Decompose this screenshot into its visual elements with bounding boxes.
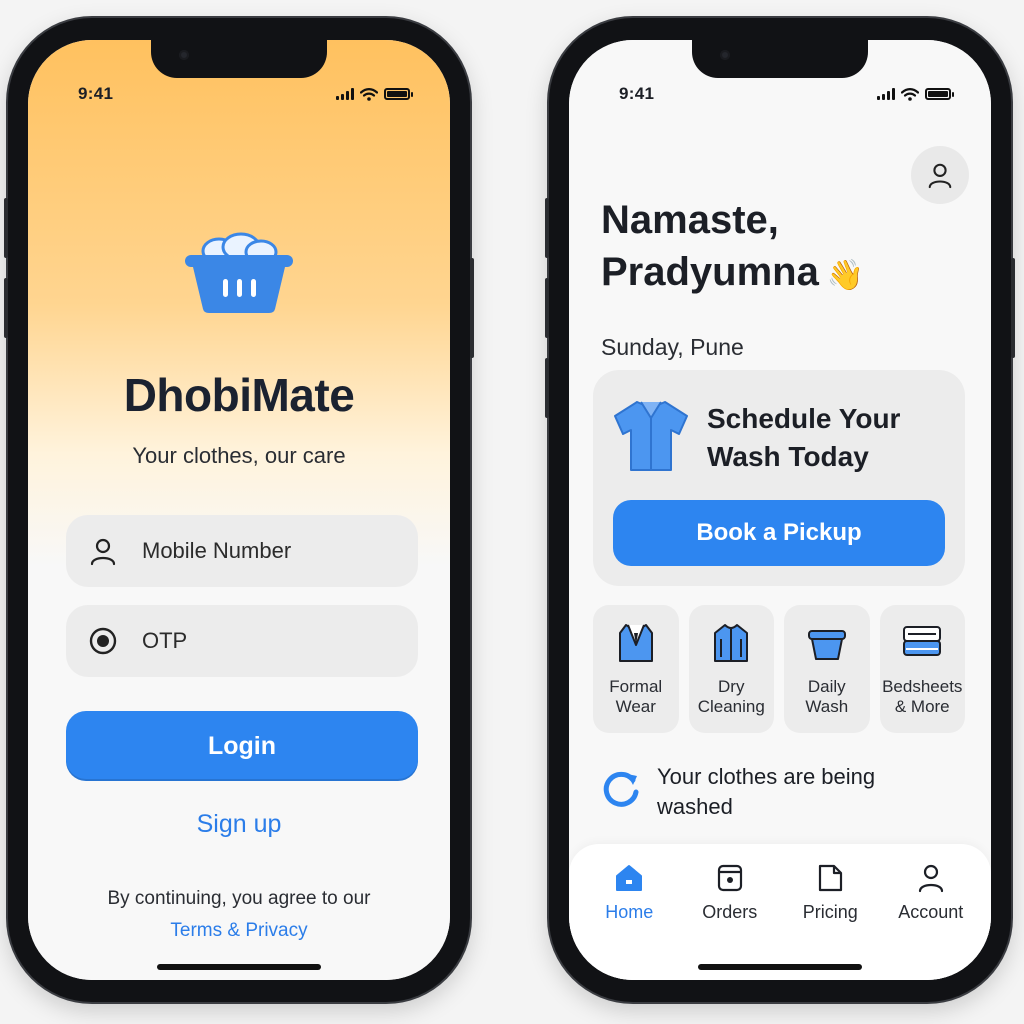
tab-pricing[interactable]: Pricing <box>785 862 875 980</box>
silent-switch <box>545 358 549 418</box>
mobile-number-field[interactable] <box>66 515 418 587</box>
service-label-line-2: & More <box>894 697 950 716</box>
basket-icon <box>807 630 846 660</box>
status-time: 9:41 <box>619 84 655 103</box>
wash-status-line-2: washed <box>657 794 733 819</box>
account-icon <box>918 864 943 893</box>
volume-down-button <box>4 278 8 338</box>
schedule-card: Schedule Your Wash Today Book a Pickup <box>593 370 965 586</box>
service-bedsheets[interactable]: Bedsheets & More <box>879 605 965 733</box>
radio-dot-icon <box>89 627 117 655</box>
service-label-line-1: Daily <box>807 677 846 696</box>
day-location: Sunday, Pune <box>601 334 744 360</box>
power-button <box>1011 258 1015 358</box>
refresh-icon <box>603 771 639 807</box>
tab-bar: Home Orders Pricing Account <box>569 844 991 980</box>
status-bar: 9:41 <box>78 82 413 106</box>
volume-up-button <box>4 198 8 258</box>
waving-hand-icon: 👋 <box>826 259 865 292</box>
wash-status: Your clothes are being washed <box>599 762 961 822</box>
service-label: Daily Wash <box>805 677 848 717</box>
bedsheet-icon <box>903 626 942 656</box>
signup-link[interactable]: Sign up <box>28 810 450 839</box>
power-button <box>470 258 474 358</box>
schedule-title-line-1: Schedule Your <box>707 403 901 434</box>
camera <box>179 50 189 60</box>
service-dry-cleaning[interactable]: Dry Cleaning <box>688 605 774 733</box>
schedule-title-line-2: Wash Today <box>707 441 869 472</box>
tab-label: Home <box>605 902 654 922</box>
tab-account[interactable]: Account <box>886 862 976 980</box>
home-icon <box>616 865 643 891</box>
signal-icon <box>336 88 354 100</box>
service-label-line-2: Cleaning <box>697 697 765 716</box>
camera <box>720 50 730 60</box>
tab-label: Pricing <box>802 902 858 922</box>
tab-label: Account <box>898 902 964 922</box>
service-label-line-2: Wash <box>805 697 849 716</box>
home-screen: 9:41 Namaste, Pradyumna 👋 Sunday, Pune S… <box>569 40 991 980</box>
login-background <box>28 40 450 980</box>
wash-status-line-1: Your clothes are being <box>657 764 876 789</box>
volume-up-button <box>545 198 549 258</box>
terms-link[interactable]: Terms & Privacy <box>28 920 450 942</box>
jacket-icon <box>714 624 749 662</box>
status-bar: 9:41 <box>619 82 954 106</box>
wifi-icon <box>360 87 378 101</box>
pricing-icon <box>819 864 843 892</box>
login-screen: 9:41 DhobiMate Your clothes, our care Mo… <box>28 40 450 980</box>
home-phone: 9:41 Namaste, Pradyumna 👋 Sunday, Pune S… <box>545 18 1015 1002</box>
app-name: DhobiMate <box>123 369 355 421</box>
status-icons <box>336 87 413 101</box>
mobile-number-input[interactable] <box>142 538 382 564</box>
user-icon <box>90 538 116 566</box>
service-label: Dry Cleaning <box>698 677 765 717</box>
greeting-line-2: Pradyumna 👋 <box>601 246 864 302</box>
service-label: Formal Wear <box>609 677 662 717</box>
greeting: Namaste, Pradyumna 👋 <box>601 194 864 302</box>
signal-icon <box>877 88 895 100</box>
wash-status-text: Your clothes are being washed <box>657 762 875 822</box>
otp-field[interactable] <box>66 605 418 677</box>
home-indicator[interactable] <box>157 964 321 970</box>
service-daily-wash[interactable]: Daily Wash <box>784 605 870 733</box>
notch <box>151 40 327 78</box>
laundry-basket-icon <box>185 232 293 313</box>
service-label-line-1: Formal <box>609 677 663 696</box>
user-icon <box>928 163 952 189</box>
battery-icon <box>384 88 413 100</box>
orders-icon <box>717 864 742 892</box>
otp-input[interactable] <box>142 628 382 654</box>
service-label-line-2: Wear <box>615 697 656 716</box>
service-label-line-1: Dry <box>718 677 745 696</box>
services-grid: Formal Wear Dry Cleaning Daily Wash Beds… <box>593 605 965 733</box>
service-label: Bedsheets & More <box>882 677 962 717</box>
suit-icon <box>618 624 653 662</box>
volume-down-button <box>545 278 549 338</box>
book-pickup-button[interactable]: Book a Pickup <box>613 500 945 566</box>
login-button[interactable]: Login <box>66 711 418 781</box>
shirt-icon <box>614 401 688 471</box>
user-name: Pradyumna <box>601 250 819 294</box>
agreement-text: By continuing, you agree to our <box>107 888 371 909</box>
profile-button[interactable] <box>911 146 969 204</box>
tab-orders[interactable]: Orders <box>685 862 775 980</box>
tab-home[interactable]: Home <box>584 862 674 980</box>
wifi-icon <box>901 87 919 101</box>
tagline: Your clothes, our care <box>132 443 346 468</box>
status-icons <box>877 87 954 101</box>
login-phone: 9:41 DhobiMate Your clothes, our care Mo… <box>4 18 474 1002</box>
service-label-line-1: Bedsheets <box>882 677 963 696</box>
schedule-title: Schedule Your Wash Today <box>707 400 900 476</box>
notch <box>692 40 868 78</box>
service-formal-wear[interactable]: Formal Wear <box>593 605 679 733</box>
battery-icon <box>925 88 954 100</box>
home-indicator[interactable] <box>698 964 862 970</box>
tab-label: Orders <box>702 902 758 922</box>
status-time: 9:41 <box>78 84 114 103</box>
greeting-line-1: Namaste, <box>601 198 779 242</box>
